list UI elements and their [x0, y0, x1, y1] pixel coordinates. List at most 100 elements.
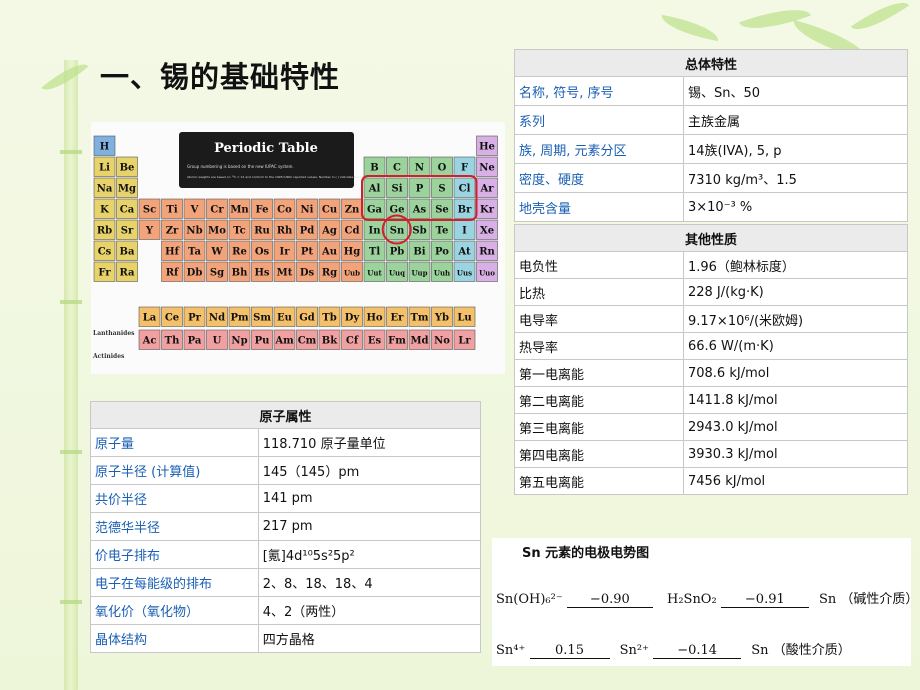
element-symbol: Sb — [412, 226, 426, 237]
element-symbol: Nd — [209, 313, 225, 324]
element-symbol: Hs — [254, 268, 269, 279]
element-symbol: Os — [255, 247, 270, 258]
element-symbol: Pr — [188, 313, 202, 324]
element-symbol: H — [100, 142, 109, 153]
table-header: 总体特性 — [514, 49, 908, 77]
table-row: 电导率 9.17×10⁶/(米欧姆) — [514, 305, 909, 333]
property-label[interactable]: 范德华半径 — [90, 512, 259, 541]
property-label[interactable]: 共价半径 — [90, 484, 259, 513]
element-symbol: Zr — [166, 226, 179, 237]
element-symbol: Cs — [98, 247, 112, 258]
element-symbol: Uup — [411, 269, 427, 278]
element-symbol: Mg — [118, 184, 136, 195]
property-value: 14族(IVA), 5, p — [682, 134, 909, 164]
property-label[interactable]: 电子在每能级的排布 — [90, 568, 259, 597]
element-symbol: Uuh — [434, 269, 450, 278]
element-symbol: Ce — [165, 313, 179, 324]
property-label: 第五电离能 — [514, 467, 684, 495]
element-symbol: Al — [368, 184, 381, 195]
element-symbol: Na — [97, 184, 113, 195]
element-symbol: At — [457, 247, 471, 258]
element-symbol: Rb — [97, 226, 112, 237]
property-label[interactable]: 原子半径 (计算值) — [90, 456, 259, 485]
property-value: 118.710 原子量单位 — [257, 428, 482, 457]
element-symbol: Ni — [301, 205, 314, 216]
property-label[interactable]: 密度、硬度 — [514, 163, 684, 193]
table-row: 电子在每能级的排布 2、8、18、18、4 — [90, 568, 482, 597]
element-symbol: Br — [458, 205, 472, 216]
element-symbol: Au — [321, 247, 337, 258]
element-symbol: Es — [368, 336, 382, 347]
property-value: 四方晶格 — [257, 624, 482, 653]
element-symbol: V — [190, 205, 199, 216]
element-symbol: Fe — [256, 205, 269, 216]
property-value: 145（145）pm — [257, 456, 482, 485]
element-symbol: Cd — [345, 226, 360, 237]
property-label[interactable]: 名称, 符号, 序号 — [514, 76, 684, 106]
element-symbol: B — [370, 163, 378, 174]
table-row: 热导率 66.6 W/(m·K) — [514, 332, 909, 360]
property-value: 217 pm — [257, 512, 482, 541]
table-row: 密度、硬度 7310 kg/m³、1.5 — [514, 163, 909, 193]
element-symbol: Ir — [280, 247, 291, 258]
element-symbol: Ga — [367, 205, 383, 216]
property-label[interactable]: 族, 周期, 元素分区 — [514, 134, 684, 164]
property-label[interactable]: 系列 — [514, 105, 684, 135]
species: Sn²⁺ — [619, 643, 649, 658]
element-symbol: Kr — [480, 205, 495, 216]
property-label: 第二电离能 — [514, 386, 684, 414]
element-symbol: Cu — [322, 205, 337, 216]
element-symbol: Zn — [345, 205, 360, 216]
element-symbol: Hf — [165, 247, 179, 258]
element-symbol: Sr — [121, 226, 134, 237]
element-symbol: Lu — [457, 313, 471, 324]
element-symbol: Se — [435, 205, 449, 216]
element-symbol: He — [479, 142, 495, 153]
table-header: 其他性质 — [514, 224, 908, 252]
potential-value: −0.14 — [653, 643, 742, 659]
property-label[interactable]: 地壳含量 — [514, 192, 684, 222]
element-symbol: Ti — [166, 205, 177, 216]
element-symbol: Y — [145, 226, 154, 237]
potential-value: −0.91 — [720, 592, 809, 608]
table-row: 第五电离能 7456 kJ/mol — [514, 467, 909, 495]
basic-medium-row: Sn(OH)₆²⁻ −0.90 H₂SnO₂ −0.91 Sn （碱性介质） — [496, 588, 918, 608]
element-symbol: Ge — [390, 205, 405, 216]
element-symbol: I — [462, 226, 467, 237]
species: H₂SnO₂ — [666, 592, 717, 607]
element-symbol: O — [438, 163, 447, 174]
element-symbol: Cl — [459, 184, 471, 195]
element-symbol: Li — [99, 163, 110, 174]
property-value: 9.17×10⁶/(米欧姆) — [682, 305, 909, 333]
element-symbol: Co — [277, 205, 292, 216]
table-row: 范德华半径 217 pm — [90, 512, 482, 541]
property-value: [氪]4d¹⁰5s²5p² — [257, 540, 482, 569]
element-symbol: La — [143, 313, 157, 324]
property-label[interactable]: 原子量 — [90, 428, 259, 457]
species: Sn⁴⁺ — [496, 643, 526, 658]
table-row: 系列 主族金属 — [514, 105, 909, 135]
element-symbol: Er — [391, 313, 405, 324]
element-symbol: W — [210, 247, 223, 258]
element-symbol: Ru — [254, 226, 270, 237]
medium-label: （酸性介质） — [772, 643, 851, 658]
property-label[interactable]: 氧化价（氧化物） — [90, 596, 259, 625]
property-value: 3×10⁻³ % — [682, 192, 909, 222]
property-label[interactable]: 晶体结构 — [90, 624, 259, 653]
element-symbol: In — [369, 226, 382, 237]
element-symbol: Rf — [166, 268, 179, 279]
element-symbol: S — [438, 184, 445, 195]
element-symbol: Np — [231, 336, 247, 347]
species: Sn(OH)₆²⁻ — [496, 592, 563, 607]
element-symbol: Uuo — [479, 269, 495, 278]
table-row: 原子半径 (计算值) 145（145）pm — [90, 456, 482, 485]
element-symbol: Eu — [277, 313, 292, 324]
property-label[interactable]: 价电子排布 — [90, 540, 259, 569]
periodic-table-heading: Periodic Table — [214, 141, 318, 156]
element-symbol: Ac — [142, 336, 157, 347]
property-value: 228 J/(kg·K) — [682, 278, 909, 306]
element-symbol: Nb — [186, 226, 202, 237]
element-symbol: K — [100, 205, 109, 216]
element-symbol: Rg — [322, 268, 337, 279]
element-symbol: Fm — [388, 336, 406, 347]
